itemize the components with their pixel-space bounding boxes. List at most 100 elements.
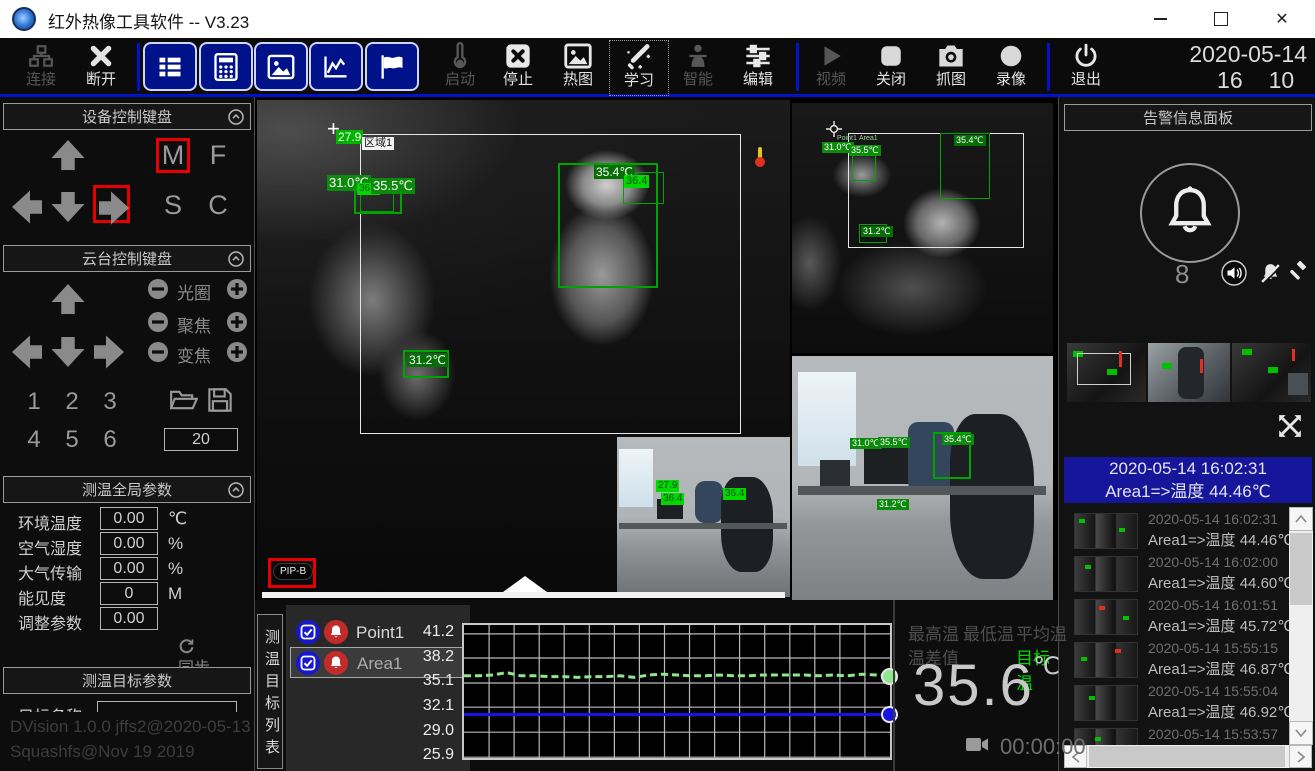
scroll-thumb[interactable]	[1089, 746, 1285, 767]
preset-4[interactable]: 4	[19, 426, 49, 454]
expand-up-handle[interactable]	[503, 576, 547, 592]
main-thermal-view[interactable]: + 27.9 区域1 31.0℃ 36.4 35.5℃ 35.4℃ 36.4 3…	[257, 100, 790, 600]
ptz-right-arrow[interactable]	[92, 334, 126, 370]
ptz-up-arrow[interactable]	[50, 282, 86, 316]
thumbnail-visible[interactable]	[1148, 343, 1230, 402]
focus-plus-button[interactable]	[226, 311, 248, 333]
measure-roi[interactable]	[852, 155, 876, 181]
visible-light-view[interactable]: 31.0℃ 35.5℃ 35.4℃ 31.2℃	[792, 356, 1053, 600]
bell-mute-icon[interactable]	[1258, 261, 1283, 286]
inset-visible-view[interactable]: 27.9 36.4 36.4	[617, 437, 790, 597]
alarm-list-item[interactable]: 2020-05-14 15:55:15 Area1=>温度 46.87℃	[1063, 639, 1281, 679]
iris-minus-button[interactable]	[147, 278, 169, 300]
ptz-left-arrow[interactable]	[10, 334, 44, 370]
global-params-header[interactable]: 测温全局参数	[3, 476, 251, 503]
stat-min-label[interactable]: 最低温	[963, 620, 1014, 645]
thumbnail-thermal[interactable]	[1067, 343, 1146, 402]
device-up-arrow[interactable]	[50, 138, 86, 172]
alarm-vertical-scrollbar[interactable]	[1289, 507, 1313, 745]
key-s[interactable]: S	[153, 190, 193, 221]
collapse-icon[interactable]	[228, 482, 244, 498]
version-line2: Squashfs@Nov 19 2019	[10, 739, 195, 764]
key-c[interactable]: C	[198, 190, 238, 221]
scroll-thumb[interactable]	[1290, 533, 1312, 605]
key-m[interactable]: M	[153, 140, 193, 171]
alarm-list-item[interactable]: 2020-05-14 16:02:31 Area1=>温度 44.46℃	[1063, 510, 1281, 550]
current-alarm-banner[interactable]: 2020-05-14 16:02:31 Area1=>温度 44.46℃	[1064, 457, 1312, 503]
learn-button[interactable]: 学习	[609, 40, 669, 96]
gavel-icon[interactable]	[1287, 261, 1311, 285]
snapshot-thumbnails[interactable]	[1067, 343, 1313, 402]
scroll-up-button[interactable]	[1289, 507, 1313, 531]
view-bottom-bar[interactable]	[262, 592, 785, 598]
adjust-param-input[interactable]	[100, 607, 158, 630]
alarm-bell-toggle-icon[interactable]	[324, 651, 348, 675]
close-button[interactable]: ✕	[1258, 0, 1306, 38]
preset-1[interactable]: 1	[19, 388, 49, 416]
maximize-button[interactable]	[1197, 0, 1245, 38]
fullscreen-expand-icon[interactable]	[1277, 413, 1303, 439]
ambient-temp-input[interactable]	[100, 507, 158, 530]
visibility-input[interactable]	[100, 582, 158, 605]
area-roi-box[interactable]	[360, 134, 741, 434]
scroll-down-button[interactable]	[1289, 721, 1313, 745]
ptz-keypad-header[interactable]: 云台控制键盘	[3, 245, 251, 272]
disconnect-button[interactable]: 断开	[72, 40, 130, 94]
target-list-tab[interactable]: 测温目标列表	[257, 614, 283, 769]
secondary-thermal-view[interactable]: Point1 Area1 31.0℃ 35.5℃ 35.4℃ 31.2℃	[792, 103, 1053, 353]
alarm-horizontal-scrollbar[interactable]	[1064, 745, 1312, 768]
key-f[interactable]: F	[198, 140, 238, 171]
preset-6[interactable]: 6	[95, 426, 125, 454]
iris-plus-button[interactable]	[226, 278, 248, 300]
curve-view-button[interactable]	[309, 42, 363, 91]
zoom-minus-button[interactable]	[147, 341, 169, 363]
stat-avg-label[interactable]: 平均温	[1016, 620, 1067, 645]
checkbox-checked-icon[interactable]	[296, 651, 320, 675]
collapse-icon[interactable]	[228, 109, 244, 125]
image-view-button[interactable]	[254, 42, 308, 91]
list-view-button[interactable]	[143, 42, 197, 91]
heatmap-button[interactable]: 热图	[549, 40, 607, 94]
flag-view-button[interactable]	[365, 42, 419, 91]
target-params-header[interactable]: 测温目标参数	[3, 667, 251, 694]
pip-mode-label[interactable]: PIP-B	[273, 563, 313, 580]
snapshot-button[interactable]: 抓图	[922, 40, 980, 94]
device-keypad-header[interactable]: 设备控制键盘	[3, 103, 251, 130]
humidity-input[interactable]	[100, 532, 158, 555]
minimize-button[interactable]	[1136, 0, 1184, 38]
device-down-arrow[interactable]	[50, 190, 86, 224]
scroll-right-button[interactable]	[1289, 745, 1312, 768]
connect-button[interactable]: 连接	[12, 40, 70, 94]
alarm-list-item[interactable]: 2020-05-14 16:01:51 Area1=>温度 45.72℃	[1063, 596, 1281, 636]
collapse-icon[interactable]	[228, 251, 244, 267]
alarm-list-item[interactable]: 2020-05-14 15:55:04 Area1=>温度 46.92℃	[1063, 682, 1281, 722]
transmission-input[interactable]	[100, 557, 158, 580]
speaker-icon[interactable]	[1221, 260, 1247, 286]
preset-3[interactable]: 3	[95, 388, 125, 416]
video-button[interactable]: 视频	[802, 40, 860, 94]
measure-roi[interactable]	[360, 192, 394, 212]
folder-open-icon[interactable]	[170, 388, 198, 412]
save-icon[interactable]	[207, 387, 233, 413]
stat-max-label[interactable]: 最高温	[908, 620, 959, 645]
alarm-bell-toggle-icon[interactable]	[324, 620, 348, 644]
ptz-down-arrow[interactable]	[50, 335, 86, 369]
device-right-arrow[interactable]	[97, 190, 131, 226]
stop-button[interactable]: 停止	[489, 40, 547, 94]
alarm-list-item[interactable]: 2020-05-14 16:02:00 Area1=>温度 44.60℃	[1063, 553, 1281, 593]
device-left-arrow[interactable]	[10, 189, 44, 225]
record-button[interactable]: 录像	[982, 40, 1040, 94]
start-button[interactable]: 启动	[431, 40, 489, 94]
checkbox-checked-icon[interactable]	[296, 620, 320, 644]
close-stream-button[interactable]: 关闭	[862, 40, 920, 94]
zoom-plus-button[interactable]	[226, 341, 248, 363]
thumbnail-thermal[interactable]	[1232, 343, 1311, 402]
preset-2[interactable]: 2	[57, 388, 87, 416]
calculator-button[interactable]	[199, 42, 253, 91]
edit-button[interactable]: 编辑	[729, 40, 787, 94]
preset-number-input[interactable]	[164, 428, 238, 451]
preset-5[interactable]: 5	[57, 426, 87, 454]
smart-button[interactable]: 智能	[669, 40, 727, 94]
focus-minus-button[interactable]	[147, 311, 169, 333]
exit-button[interactable]: 退出	[1057, 40, 1115, 94]
